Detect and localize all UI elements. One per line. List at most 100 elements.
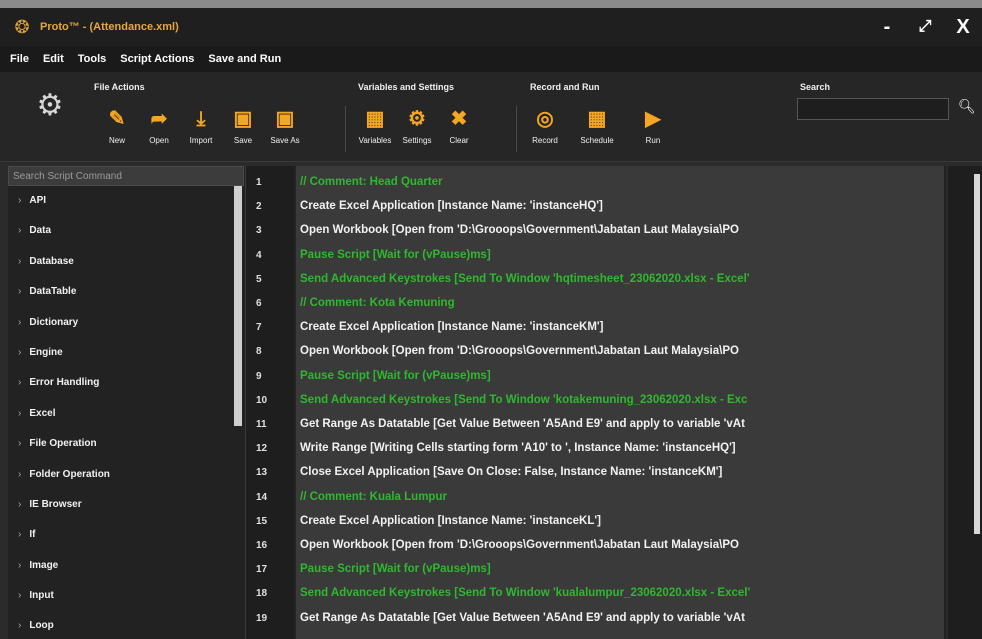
script-line[interactable]: 7 Create Excel Application [Instance Name… xyxy=(246,315,946,339)
title-bar: ❂ Proto™ - (Attendance.xml) - ⤢ X xyxy=(0,8,982,46)
window-controls: - ⤢ X xyxy=(868,8,982,46)
menu-script-actions[interactable]: Script Actions xyxy=(120,53,194,65)
editor-scrollbar-track xyxy=(948,166,982,639)
line-number: 14 xyxy=(256,491,268,503)
script-line-text: Send Advanced Keystrokes [Send To Window… xyxy=(300,587,751,600)
import-icon: ⤓ xyxy=(196,108,206,130)
script-line-text: Send Advanced Keystrokes [Send To Window… xyxy=(300,393,748,406)
sidebar-item[interactable]: › DataTable xyxy=(8,277,245,307)
menu-edit[interactable]: Edit xyxy=(43,53,64,65)
sidebar-item[interactable]: › Database xyxy=(8,247,245,277)
sidebar-item[interactable]: › Image xyxy=(8,551,245,581)
chevron-right-icon: › xyxy=(18,407,22,419)
sidebar-item-label: Image xyxy=(29,559,59,571)
sidebar-item[interactable]: › If xyxy=(8,520,245,550)
record-button[interactable]: ◎ Record xyxy=(524,106,566,145)
script-line[interactable]: 10 Send Advanced Keystrokes [Send To Wind… xyxy=(246,388,946,412)
script-line-text: Open Workbook [Open from 'D:\Grooops\Gov… xyxy=(300,224,739,237)
script-line[interactable]: 3 Open Workbook [Open from 'D:\Grooops\Go… xyxy=(246,218,946,242)
sidebar-item-label: IE Browser xyxy=(29,498,82,510)
script-line[interactable]: 8 Open Workbook [Open from 'D:\Grooops\Go… xyxy=(246,339,946,363)
menu-save-and-run[interactable]: Save and Run xyxy=(208,53,281,65)
import-button[interactable]: ⤓ Import xyxy=(180,106,222,145)
sidebar-item[interactable]: › Error Handling xyxy=(8,368,245,398)
open-icon: ➦ xyxy=(150,108,168,130)
search-input[interactable] xyxy=(797,98,949,120)
sidebar-item-label: If xyxy=(29,529,36,541)
editor-scrollbar[interactable] xyxy=(974,174,980,534)
script-line[interactable]: 11 Get Range As Datatable [Get Value Betw… xyxy=(246,412,946,436)
save-button[interactable]: ▣ Save xyxy=(222,106,264,145)
clear-button[interactable]: ✖ Clear xyxy=(438,106,480,145)
script-line[interactable]: 2 Create Excel Application [Instance Name… xyxy=(246,194,946,218)
script-line[interactable]: 9 Pause Script [Wait for (vPause)ms] xyxy=(246,364,946,388)
run-button[interactable]: ▶ Run xyxy=(632,106,674,145)
sidebar-item[interactable]: › API xyxy=(8,186,245,216)
save-icon: ▣ xyxy=(233,108,253,130)
script-line[interactable]: 17 Pause Script [Wait for (vPause)ms] xyxy=(246,557,946,581)
chevron-right-icon: › xyxy=(18,225,22,237)
sidebar-item[interactable]: › File Operation xyxy=(8,429,245,459)
gear-icon: ⚙ xyxy=(408,108,426,130)
chevron-right-icon: › xyxy=(18,559,22,571)
sidebar-item[interactable]: › Excel xyxy=(8,399,245,429)
sidebar-item[interactable]: › Folder Operation xyxy=(8,460,245,490)
chevron-right-icon: › xyxy=(18,620,22,632)
save-label: Save xyxy=(233,136,253,145)
line-number: 17 xyxy=(256,564,268,576)
sidebar-item-label: Folder Operation xyxy=(29,468,110,480)
script-line-text: Send Advanced Keystrokes [Send To Window… xyxy=(300,272,750,285)
variables-button[interactable]: ▦ Variables xyxy=(354,106,396,145)
sidebar-item[interactable]: › Dictionary xyxy=(8,308,245,338)
maximize-button[interactable]: ⤢ xyxy=(906,18,944,36)
minimize-button[interactable]: - xyxy=(868,16,906,39)
sidebar-item[interactable]: › Input xyxy=(8,581,245,611)
settings-button[interactable]: ⚙ Settings xyxy=(396,106,438,145)
schedule-icon: ▦ xyxy=(587,108,607,130)
group-title-record-run: Record and Run xyxy=(530,82,600,92)
line-number: 4 xyxy=(256,249,262,261)
sidebar-item[interactable]: › Engine xyxy=(8,338,245,368)
sidebar-item[interactable]: › Loop xyxy=(8,611,245,639)
script-line[interactable]: 6 // Comment: Kota Kemuning xyxy=(246,291,946,315)
new-button[interactable]: ✎ New xyxy=(96,106,138,145)
script-line[interactable]: 16 Open Workbook [Open from 'D:\Grooops\G… xyxy=(246,533,946,557)
script-line-text: // Comment: Kuala Lumpur xyxy=(300,490,447,503)
script-line[interactable]: 12 Write Range [Writing Cells starting fo… xyxy=(246,436,946,460)
script-line[interactable]: 4 Pause Script [Wait for (vPause)ms] xyxy=(246,243,946,267)
close-button[interactable]: X xyxy=(944,16,982,39)
script-line-text: Get Range As Datatable [Get Value Betwee… xyxy=(300,418,745,430)
record-icon: ◎ xyxy=(536,108,554,130)
sidebar-item-label: DataTable xyxy=(29,286,77,298)
sidebar-item[interactable]: › IE Browser xyxy=(8,490,245,520)
menu-file[interactable]: File xyxy=(10,53,29,65)
sidebar-item-label: Data xyxy=(29,225,52,237)
line-number: 16 xyxy=(256,540,268,551)
save-as-button[interactable]: ▣ Save As xyxy=(264,106,306,145)
line-number: 5 xyxy=(256,273,262,285)
script-line[interactable]: 1 // Comment: Head Quarter xyxy=(246,170,946,194)
script-line-text: Pause Script [Wait for (vPause)ms] xyxy=(300,563,491,576)
script-line-text: Create Excel Application [Instance Name:… xyxy=(300,321,604,334)
chevron-right-icon: › xyxy=(18,468,22,480)
sidebar-item[interactable]: › Data xyxy=(8,216,245,246)
sidebar-scrollbar[interactable] xyxy=(234,186,242,426)
script-line[interactable]: 14 // Comment: Kuala Lumpur xyxy=(246,485,946,509)
script-line[interactable]: 19 Get Range As Datatable [Get Value Betw… xyxy=(246,606,946,630)
line-number: 13 xyxy=(256,467,268,479)
script-line[interactable]: 5 Send Advanced Keystrokes [Send To Windo… xyxy=(246,267,946,291)
ribbon-separator xyxy=(516,106,517,152)
line-number: 12 xyxy=(256,443,268,455)
search-script-command-input[interactable]: Search Script Command xyxy=(8,166,244,186)
script-line[interactable]: 15 Create Excel Application [Instance Nam… xyxy=(246,509,946,533)
ribbon-separator xyxy=(345,106,346,152)
menu-tools[interactable]: Tools xyxy=(78,53,107,65)
schedule-button[interactable]: ▦ Schedule xyxy=(576,106,618,145)
sidebar-item-label: Error Handling xyxy=(29,377,100,389)
line-number: 3 xyxy=(256,225,262,237)
open-button[interactable]: ➦ Open xyxy=(138,106,180,145)
line-number: 15 xyxy=(256,515,268,527)
script-line[interactable]: 13 Close Excel Application [Save On Close… xyxy=(246,460,946,484)
script-line[interactable]: 18 Send Advanced Keystrokes [Send To Wind… xyxy=(246,581,946,605)
search-icon[interactable]: 🔍︎ xyxy=(958,98,976,115)
